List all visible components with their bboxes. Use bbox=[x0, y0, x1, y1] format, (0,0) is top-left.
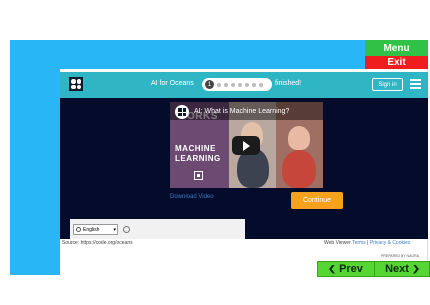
terms-link[interactable]: Terms bbox=[352, 240, 366, 246]
app-title: AI for Oceans bbox=[151, 80, 194, 87]
menu-button[interactable]: Menu bbox=[365, 40, 428, 56]
progress-dot[interactable] bbox=[252, 82, 256, 87]
next-label: Next bbox=[385, 263, 409, 275]
site-header: AI for Oceans 1 finished! Sign in bbox=[60, 72, 428, 98]
footer-separator: | bbox=[367, 240, 369, 246]
chevron-left-icon bbox=[329, 264, 336, 274]
language-select[interactable]: English ▾ bbox=[73, 224, 118, 235]
progress-bubbles[interactable]: 1 bbox=[202, 78, 272, 91]
person-body bbox=[282, 150, 316, 188]
prev-label: Prev bbox=[339, 263, 363, 275]
play-button-icon[interactable] bbox=[232, 136, 260, 155]
language-value: English bbox=[83, 226, 100, 233]
thumbnail-line-1: MACHINE bbox=[175, 144, 216, 153]
left-banner bbox=[10, 40, 60, 275]
progress-dot[interactable] bbox=[238, 82, 242, 87]
continue-button[interactable]: Continue bbox=[291, 192, 343, 209]
video-title-bar: AI: What is Machine Learning? bbox=[170, 102, 323, 120]
video-player[interactable]: ORKS MACHINE LEARNING AI: What is Machin… bbox=[170, 102, 323, 188]
thumbnail-title: MACHINE LEARNING bbox=[175, 144, 221, 164]
video-title[interactable]: AI: What is Machine Learning? bbox=[194, 108, 289, 115]
sign-in-button[interactable]: Sign in bbox=[372, 78, 403, 91]
person-face bbox=[288, 126, 310, 150]
chevron-down-icon: ▾ bbox=[113, 226, 116, 233]
progress-step-current[interactable]: 1 bbox=[205, 80, 214, 89]
progress-dot[interactable] bbox=[217, 82, 221, 87]
chevron-right-icon bbox=[412, 264, 419, 274]
language-bar: English ▾ bbox=[70, 219, 245, 239]
prev-button[interactable]: Prev bbox=[317, 261, 375, 277]
channel-avatar-icon[interactable] bbox=[175, 105, 189, 119]
prepared-by-label: PREPARED BY NAGRA bbox=[381, 254, 419, 258]
help-icon[interactable] bbox=[123, 226, 130, 233]
embedded-browser: AI for Oceans 1 finished! Sign in ORKS M… bbox=[60, 69, 428, 275]
source-text: Source: https://code.org/oceans bbox=[62, 240, 133, 246]
lesson-stage: Menu Exit AI for Oceans 1 finished! Sign… bbox=[0, 0, 430, 305]
progress-dot[interactable] bbox=[245, 82, 249, 87]
finished-text: finished! bbox=[275, 80, 302, 87]
viewer-footer: Web Viewer Terms | Privacy & Cookies bbox=[324, 240, 410, 246]
progress-dot[interactable] bbox=[259, 82, 263, 87]
thumbnail-line-2: LEARNING bbox=[175, 154, 221, 163]
progress-dot[interactable] bbox=[224, 82, 228, 87]
lesson-content: ORKS MACHINE LEARNING AI: What is Machin… bbox=[60, 98, 428, 239]
web-viewer-label: Web Viewer bbox=[324, 240, 351, 246]
hamburger-menu-icon[interactable] bbox=[410, 79, 421, 89]
download-video-link[interactable]: Download Video bbox=[170, 194, 214, 200]
next-button[interactable]: Next bbox=[374, 261, 430, 277]
privacy-link[interactable]: Privacy & Cookies bbox=[370, 240, 411, 246]
globe-icon bbox=[76, 227, 81, 232]
code-square-icon bbox=[194, 171, 203, 180]
exit-button[interactable]: Exit bbox=[365, 56, 428, 69]
code-logo-icon[interactable] bbox=[69, 77, 83, 91]
progress-dot[interactable] bbox=[231, 82, 235, 87]
